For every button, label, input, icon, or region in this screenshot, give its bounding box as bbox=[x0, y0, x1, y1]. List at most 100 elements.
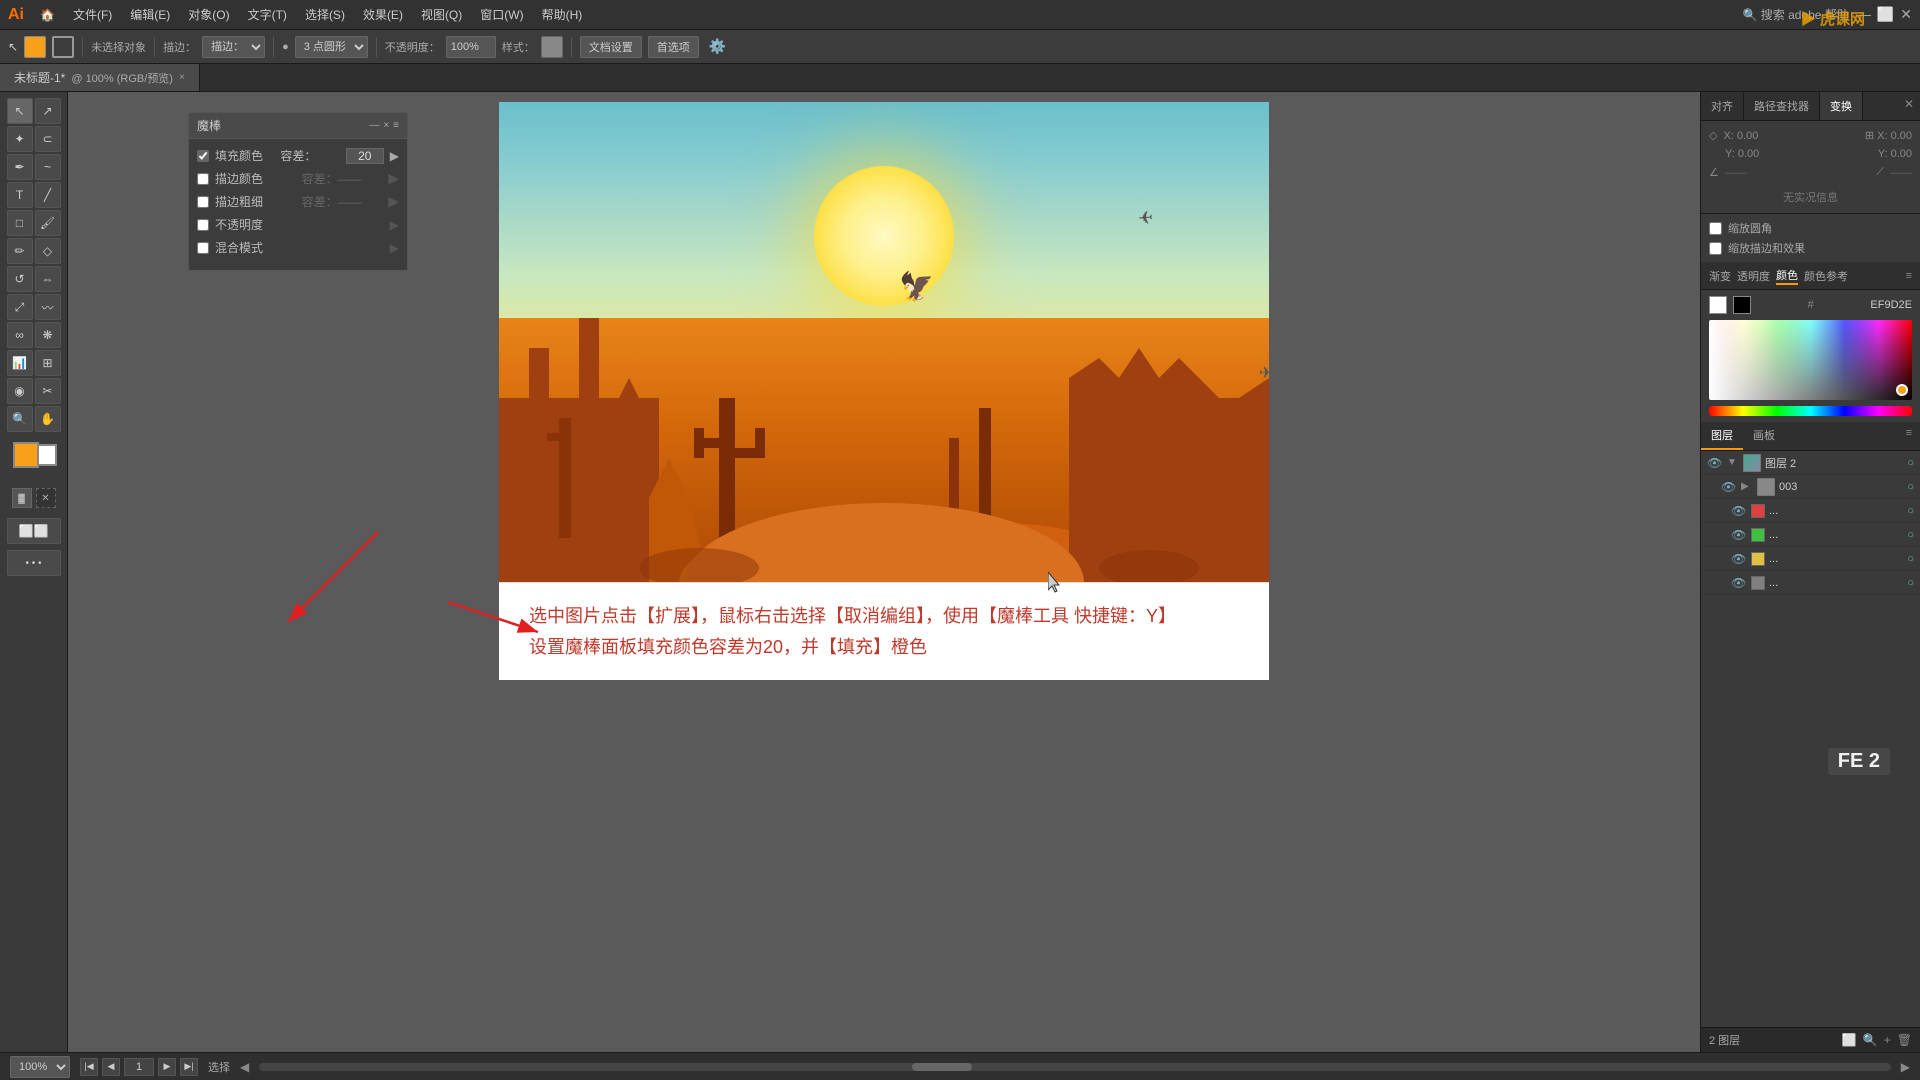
next-page-btn[interactable]: ▶ bbox=[158, 1058, 176, 1076]
layer-1-expand-icon[interactable]: ▶ bbox=[1741, 481, 1753, 492]
select-tool[interactable]: ↖ bbox=[7, 98, 33, 124]
black-color-swatch[interactable] bbox=[1733, 296, 1751, 314]
white-color-swatch[interactable] bbox=[1709, 296, 1727, 314]
menu-select[interactable]: 选择(S) bbox=[297, 3, 353, 26]
layer-5-visibility-icon[interactable]: 👁 bbox=[1731, 576, 1747, 590]
symbol-tool[interactable]: ❋ bbox=[35, 322, 61, 348]
menu-home[interactable]: 🏠 bbox=[32, 5, 63, 25]
menu-object[interactable]: 对象(O) bbox=[180, 3, 237, 26]
menu-file[interactable]: 文件(F) bbox=[65, 3, 120, 26]
layer-item-4[interactable]: 👁 ... ○ bbox=[1701, 547, 1920, 571]
layers-menu-icon[interactable]: ≡ bbox=[1898, 422, 1920, 450]
tab-align[interactable]: 对齐 bbox=[1701, 92, 1744, 120]
pencil-tool[interactable]: ✏ bbox=[7, 238, 33, 264]
layer-item-0[interactable]: 👁 ▼ 图层 2 ○ bbox=[1701, 451, 1920, 475]
scale-strokes-checkbox[interactable] bbox=[1709, 242, 1722, 255]
layer-0-expand-icon[interactable]: ▼ bbox=[1727, 457, 1739, 468]
menu-window[interactable]: 窗口(W) bbox=[472, 3, 531, 26]
direct-select-tool[interactable]: ↗ bbox=[35, 98, 61, 124]
artboard-prev-btn[interactable]: ◀ bbox=[240, 1060, 249, 1074]
right-panel-close[interactable]: ✕ bbox=[1898, 92, 1920, 120]
document-tab[interactable]: 未标题-1* @ 100% (RGB/预览) × bbox=[0, 64, 200, 91]
artboards-tab[interactable]: 画板 bbox=[1743, 422, 1785, 450]
scissors-tool[interactable]: ✂ bbox=[35, 378, 61, 404]
hex-color-value[interactable]: EF9D2E bbox=[1870, 299, 1912, 311]
panel-minimize-btn[interactable]: — bbox=[369, 120, 379, 131]
curvature-tool[interactable]: ~ bbox=[35, 154, 61, 180]
tolerance-increase-btn[interactable]: ▶ bbox=[390, 149, 399, 163]
menu-help[interactable]: 帮助(H) bbox=[534, 3, 591, 26]
layer-item-3[interactable]: 👁 ... ○ bbox=[1701, 523, 1920, 547]
tab-transform[interactable]: 变换 bbox=[1820, 92, 1863, 120]
arrange-icon[interactable]: ⚙️ bbox=[709, 38, 726, 55]
scale-tool[interactable]: ⤢ bbox=[7, 294, 33, 320]
zoom-select[interactable]: 100% bbox=[10, 1056, 70, 1078]
point-select[interactable]: 3 点圆形 bbox=[295, 36, 368, 58]
eraser-tool[interactable]: ◉ bbox=[7, 378, 33, 404]
style-swatch[interactable] bbox=[541, 36, 563, 58]
paintbrush-tool[interactable]: 🖌 bbox=[35, 210, 61, 236]
doc-settings-button[interactable]: 文档设置 bbox=[580, 36, 642, 58]
hue-slider[interactable] bbox=[1709, 406, 1912, 416]
hand-tool[interactable]: ✋ bbox=[35, 406, 61, 432]
artboard-tool[interactable]: ⬜⬜ bbox=[7, 518, 61, 544]
layer-1-visibility-icon[interactable]: 👁 bbox=[1721, 480, 1737, 494]
pen-tool[interactable]: ✒ bbox=[7, 154, 33, 180]
panel-menu-btn[interactable]: ≡ bbox=[393, 120, 399, 131]
tab-pathfinder[interactable]: 路径查找器 bbox=[1744, 92, 1820, 120]
opacity-input[interactable] bbox=[446, 36, 496, 58]
stroke-color-swatch[interactable] bbox=[52, 36, 74, 58]
layers-tab[interactable]: 图层 bbox=[1701, 422, 1743, 450]
menu-effect[interactable]: 效果(E) bbox=[355, 3, 411, 26]
last-page-btn[interactable]: ▶| bbox=[180, 1058, 198, 1076]
layers-delete-icon[interactable]: 🗑 bbox=[1897, 1033, 1912, 1047]
layer-item-1[interactable]: 👁 ▶ 003 ○ bbox=[1701, 475, 1920, 499]
menu-view[interactable]: 视图(Q) bbox=[413, 3, 470, 26]
magic-wand-tool[interactable]: ✦ bbox=[7, 126, 33, 152]
layer-4-visibility-icon[interactable]: 👁 bbox=[1731, 552, 1747, 566]
artboard-next-btn[interactable]: ▶ bbox=[1901, 1060, 1910, 1074]
tolerance-input[interactable] bbox=[346, 148, 384, 164]
fill-color-checkbox[interactable] bbox=[197, 150, 209, 162]
opacity-checkbox[interactable] bbox=[197, 219, 209, 231]
layers-make-visible-icon[interactable]: ⬜ bbox=[1842, 1033, 1857, 1047]
scale-corners-checkbox[interactable] bbox=[1709, 222, 1722, 235]
warp-tool[interactable]: 〰 bbox=[35, 294, 61, 320]
type-tool[interactable]: T bbox=[7, 182, 33, 208]
page-number-input[interactable] bbox=[124, 1058, 154, 1076]
slice-tool[interactable]: ⊞ bbox=[35, 350, 61, 376]
horizontal-scrollbar[interactable] bbox=[259, 1063, 1891, 1071]
reflect-tool[interactable]: ⇔ bbox=[35, 266, 61, 292]
none-swatch[interactable]: ✕ bbox=[36, 488, 56, 508]
more-tools[interactable]: • • • bbox=[7, 550, 61, 576]
color-picker-gradient[interactable] bbox=[1709, 320, 1912, 400]
lasso-tool[interactable]: ⊂ bbox=[35, 126, 61, 152]
shaper-tool[interactable]: ◇ bbox=[35, 238, 61, 264]
layer-0-visibility-icon[interactable]: 👁 bbox=[1707, 456, 1723, 470]
preferences-button[interactable]: 首选项 bbox=[648, 36, 699, 58]
layer-item-5[interactable]: 👁 ... ○ bbox=[1701, 571, 1920, 595]
adjust-menu-icon[interactable]: ≡ bbox=[1906, 270, 1912, 282]
menu-edit[interactable]: 编辑(E) bbox=[122, 3, 178, 26]
first-page-btn[interactable]: |◀ bbox=[80, 1058, 98, 1076]
layers-add-icon[interactable]: + bbox=[1884, 1033, 1891, 1047]
layers-locate-icon[interactable]: 🔍 bbox=[1863, 1033, 1878, 1047]
rect-tool[interactable]: □ bbox=[7, 210, 33, 236]
stroke-color-checkbox[interactable] bbox=[197, 173, 209, 185]
layer-item-2[interactable]: 👁 ... ○ bbox=[1701, 499, 1920, 523]
gradient-swatch[interactable]: ▓ bbox=[12, 488, 32, 508]
panel-close-btn[interactable]: × bbox=[383, 120, 389, 131]
blend-tool[interactable]: ∞ bbox=[7, 322, 33, 348]
tab-close-button[interactable]: × bbox=[179, 72, 185, 83]
art-canvas[interactable]: ✈ 🦅 bbox=[499, 102, 1269, 680]
layer-3-visibility-icon[interactable]: 👁 bbox=[1731, 528, 1747, 542]
blend-mode-checkbox[interactable] bbox=[197, 242, 209, 254]
foreground-color[interactable] bbox=[13, 442, 39, 468]
fill-color-swatch[interactable] bbox=[24, 36, 46, 58]
rotate-tool[interactable]: ↺ bbox=[7, 266, 33, 292]
menu-text[interactable]: 文字(T) bbox=[240, 3, 295, 26]
zoom-tool[interactable]: 🔍 bbox=[7, 406, 33, 432]
close-icon[interactable]: ✕ bbox=[1900, 6, 1912, 23]
line-tool[interactable]: ╱ bbox=[35, 182, 61, 208]
column-chart-tool[interactable]: 📊 bbox=[7, 350, 33, 376]
